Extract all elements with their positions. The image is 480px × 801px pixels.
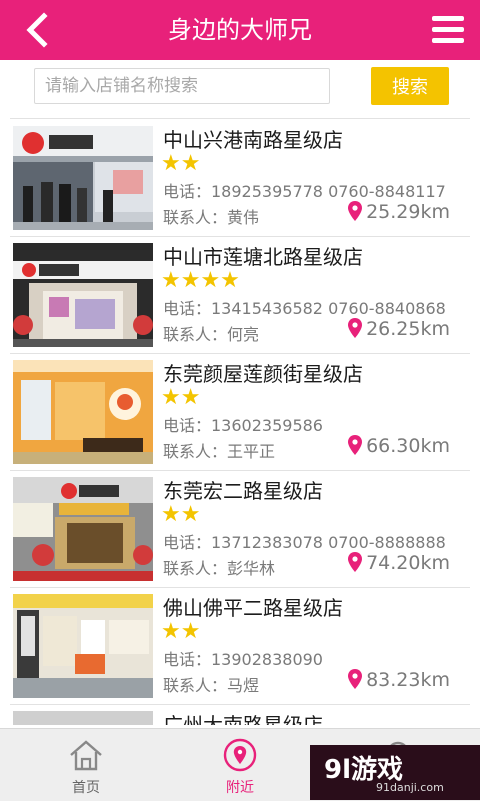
location-pin-icon: [348, 669, 363, 689]
store-distance: 26.25km: [348, 318, 450, 340]
page-title: 身边的大师兄: [168, 16, 312, 44]
star-icon: ★★: [161, 619, 201, 644]
store-photo: [13, 477, 153, 581]
store-name: 中山兴港南路星级店: [163, 128, 343, 152]
store-list[interactable]: 中山兴港南路星级店 ★★ 电话：18925395778 0760-8848117…: [0, 120, 480, 725]
store-name: 广州大南路星级店: [163, 713, 323, 725]
store-photo: [13, 360, 153, 464]
star-icon: ★★: [161, 151, 201, 176]
store-phone: 电话：13902838090: [163, 650, 323, 669]
store-photo: [13, 711, 153, 725]
store-name: 东莞颜屋莲颜街星级店: [163, 362, 363, 386]
watermark-url: 91danji.com: [376, 781, 444, 794]
store-name: 佛山佛平二路星级店: [163, 596, 343, 620]
rating-stars: ★★: [161, 621, 202, 643]
store-item[interactable]: 广州大南路星级店: [0, 705, 480, 725]
store-contact: 联系人：彭华林: [163, 559, 276, 578]
store-photo: [13, 126, 153, 230]
divider: [10, 118, 470, 119]
store-phone: 电话：13415436582 0760-8840868: [163, 299, 446, 318]
tab-nearby[interactable]: 附近: [160, 729, 320, 801]
store-phone: 电话：18925395778 0760-8848117: [163, 182, 446, 201]
app-header: 身边的大师兄: [0, 0, 480, 60]
location-pin-icon: [348, 201, 363, 221]
star-icon: ★★: [161, 502, 201, 527]
search-input[interactable]: [34, 68, 330, 104]
rating-stars: ★★: [161, 153, 202, 175]
store-item[interactable]: 东莞宏二路星级店 ★★ 电话：13712383078 0700-8888888 …: [0, 471, 480, 588]
star-icon: ★★★★: [161, 268, 240, 293]
store-item[interactable]: 中山兴港南路星级店 ★★ 电话：18925395778 0760-8848117…: [0, 120, 480, 237]
rating-stars: ★★: [161, 387, 202, 409]
store-contact: 联系人：马煜: [163, 676, 260, 695]
star-icon: ★★: [161, 385, 201, 410]
store-distance: 74.20km: [348, 552, 450, 574]
store-photo: [13, 594, 153, 698]
store-distance: 83.23km: [348, 669, 450, 691]
store-photo: [13, 243, 153, 347]
hamburger-menu-icon[interactable]: [430, 14, 466, 46]
rating-stars: ★★: [161, 504, 202, 526]
tab-home-label: 首页: [72, 780, 100, 796]
store-distance: 25.29km: [348, 201, 450, 223]
watermark-logo: 9l游戏 91danji.com: [310, 745, 480, 800]
location-pin-icon: [223, 738, 257, 772]
store-item[interactable]: 中山市莲塘北路星级店 ★★★★ 电话：13415436582 0760-8840…: [0, 237, 480, 354]
search-bar: 搜索: [0, 60, 480, 116]
store-name: 东莞宏二路星级店: [163, 479, 323, 503]
search-button[interactable]: 搜索: [371, 67, 449, 105]
store-item[interactable]: 佛山佛平二路星级店 ★★ 电话：13902838090 联系人：马煜 83.23…: [0, 588, 480, 705]
rating-stars: ★★★★: [161, 270, 242, 292]
store-phone: 电话：13712383078 0700-8888888: [163, 533, 446, 552]
store-phone: 电话：13602359586: [163, 416, 323, 435]
home-icon: [70, 740, 102, 771]
store-contact: 联系人：黄伟: [163, 208, 260, 227]
store-contact: 联系人：何亮: [163, 325, 260, 344]
store-distance: 66.30km: [348, 435, 450, 457]
store-contact: 联系人：王平正: [163, 442, 276, 461]
location-pin-icon: [348, 552, 363, 572]
store-item[interactable]: 东莞颜屋莲颜街星级店 ★★ 电话：13602359586 联系人：王平正 66.…: [0, 354, 480, 471]
tab-nearby-label: 附近: [226, 780, 254, 796]
location-pin-icon: [348, 435, 363, 455]
location-pin-icon: [348, 318, 363, 338]
tab-home[interactable]: 首页: [6, 729, 166, 801]
store-name: 中山市莲塘北路星级店: [163, 245, 363, 269]
